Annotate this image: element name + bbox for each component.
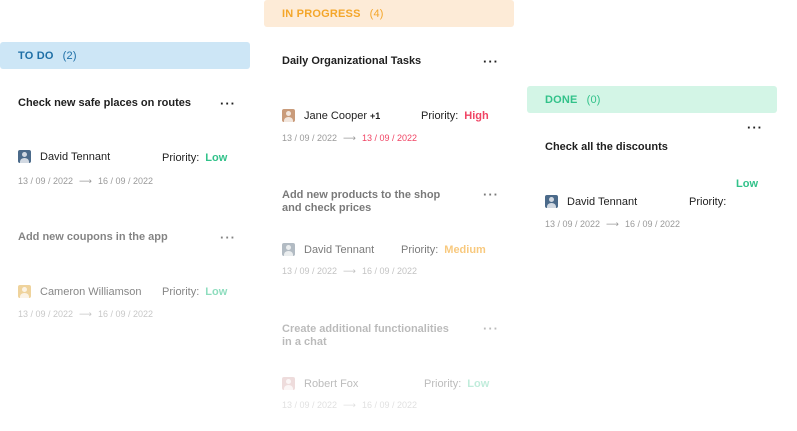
avatar-icon [18,285,31,298]
priority-label: Priority: [421,110,459,122]
column-count-todo: (2) [62,49,77,62]
priority-value: Low [736,178,758,190]
assignee-name: David Tennant [567,195,638,208]
task-card[interactable]: Check new safe places on routes ··· Davi… [0,90,250,190]
start-date: 13 / 09 / 2022 [545,219,601,229]
task-title: Add new products to the shop and check p… [282,189,440,215]
end-date: 13 / 09 / 2022 [361,133,417,143]
priority-label: Priority: [424,378,462,390]
end-date: 16 / 09 / 2022 [361,400,417,410]
priority: Priority: Low [162,152,227,164]
task-title: Check new safe places on routes [18,97,192,109]
arrow-right-icon: ⟶ [79,176,92,186]
task-title: Check all the discounts [545,141,668,153]
priority: Priority: Medium [401,244,486,256]
task-title: Create additional functionalities in a c… [282,323,449,349]
task-card[interactable]: Create additional functionalities in a c… [264,316,514,416]
due-dates: 13 / 09 / 2022 ⟶ 16 / 09 / 2022 [282,400,417,411]
start-date: 13 / 09 / 2022 [282,266,338,276]
task-title: Daily Organizational Tasks [282,55,422,67]
priority: Priority: High [421,110,489,122]
assignee: Jane Cooper +1 [282,109,380,122]
column-title-todo: TO DO [18,49,54,62]
task-title-line: Create additional functionalities [282,323,449,335]
due-dates: 13 / 09 / 2022 ⟶ 16 / 09 / 2022 [282,266,417,277]
avatar-icon [18,150,31,163]
end-date: 16 / 09 / 2022 [624,219,680,229]
more-dots-icon[interactable]: ··· [483,55,499,68]
priority-label: Priority: [162,152,200,164]
start-date: 13 / 09 / 2022 [18,309,74,319]
task-title-line: and check prices [282,202,372,214]
assignee: Cameron Williamson [18,285,141,298]
assignee: David Tennant [18,150,110,163]
end-date: 16 / 09 / 2022 [97,309,153,319]
assignee: David Tennant [545,195,637,208]
assignee: David Tennant [282,243,374,256]
priority-value: High [464,110,489,122]
column-title-done: DONE [545,93,578,106]
assignee-name: David Tennant [40,150,111,163]
priority: Priority: Low [162,286,227,298]
arrow-right-icon: ⟶ [606,219,619,229]
arrow-right-icon: ⟶ [79,309,92,319]
due-dates: 13 / 09 / 2022 ⟶ 16 / 09 / 2022 [18,309,153,320]
arrow-right-icon: ⟶ [343,400,356,410]
avatar-icon [282,243,295,256]
arrow-right-icon: ⟶ [343,266,356,276]
avatar-icon [545,195,558,208]
assignee-name: Jane Cooper [304,109,367,122]
column-header-done[interactable]: DONE (0) [527,86,777,113]
task-card[interactable]: Daily Organizational Tasks ··· Jane Coop… [264,48,514,148]
column-header-in-progress[interactable]: IN PROGRESS (4) [264,0,514,27]
assignee: Robert Fox [282,377,358,390]
column-count-done: (0) [586,93,601,106]
extra-assignees-badge: +1 [370,110,381,121]
assignee-name: David Tennant [304,243,375,256]
priority-value: Low [205,286,228,298]
priority-value: Low [205,152,228,164]
more-dots-icon[interactable]: ··· [220,231,236,244]
more-dots-icon[interactable]: ··· [220,97,236,110]
end-date: 16 / 09 / 2022 [361,266,417,276]
task-card[interactable]: ··· Check all the discounts Low David Te… [527,118,777,233]
avatar-icon [282,377,295,390]
arrow-right-icon: ⟶ [343,133,356,143]
due-dates: 13 / 09 / 2022 ⟶ 16 / 09 / 2022 [18,176,153,187]
column-count-in-progress: (4) [369,7,384,20]
start-date: 13 / 09 / 2022 [282,133,338,143]
column-header-todo[interactable]: TO DO (2) [0,42,250,69]
due-dates: 13 / 09 / 2022 ⟶ 13 / 09 / 2022 [282,133,417,144]
task-title-line: Add new products to the shop [282,189,441,201]
priority-value: Low [467,378,490,390]
priority-label: Priority: [689,196,727,208]
start-date: 13 / 09 / 2022 [18,176,74,186]
end-date: 16 / 09 / 2022 [97,176,153,186]
task-card[interactable]: Add new coupons in the app ··· Cameron W… [0,224,250,324]
avatar-icon [282,109,295,122]
assignee-name: Robert Fox [304,377,359,390]
assignee-name: Cameron Williamson [40,285,142,298]
priority: Priority: Low [424,378,489,390]
priority-label: Priority: [162,286,200,298]
column-title-in-progress: IN PROGRESS [282,7,361,20]
more-dots-icon[interactable]: ··· [747,121,763,134]
task-title-line: in a chat [282,336,327,348]
more-dots-icon[interactable]: ··· [483,322,499,335]
priority-label: Priority: [401,244,439,256]
task-title: Add new coupons in the app [18,231,168,243]
task-card[interactable]: Add new products to the shop and check p… [264,182,514,282]
more-dots-icon[interactable]: ··· [483,188,499,201]
priority-value: Medium [444,244,486,256]
due-dates: 13 / 09 / 2022 ⟶ 16 / 09 / 2022 [545,219,680,230]
start-date: 13 / 09 / 2022 [282,400,338,410]
